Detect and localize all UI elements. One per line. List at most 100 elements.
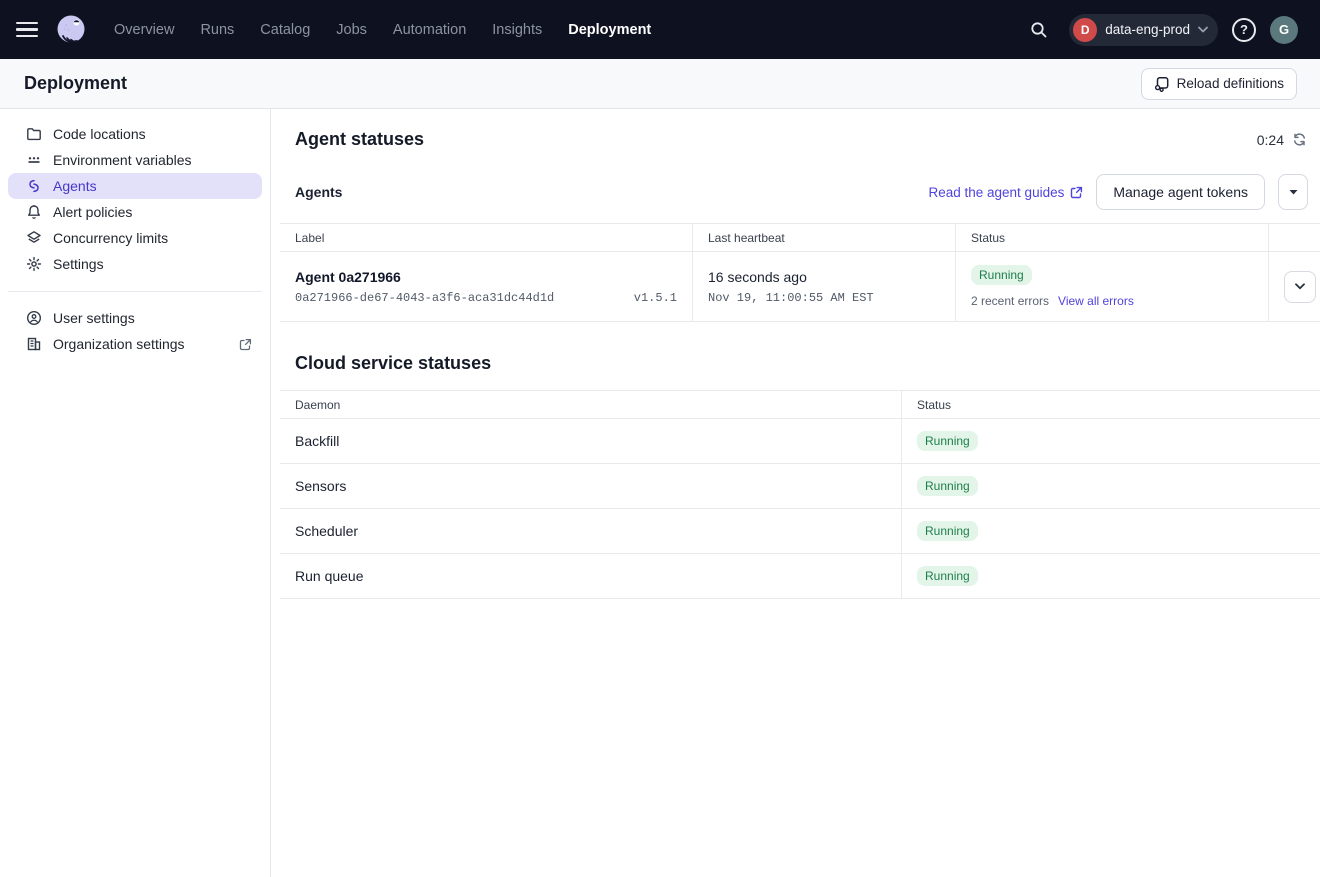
user-avatar[interactable]: G — [1270, 16, 1298, 44]
sidebar-item-label: Concurrency limits — [53, 230, 168, 246]
dagster-logo-icon[interactable] — [52, 11, 90, 49]
agent-name: Agent 0a271966 — [295, 269, 677, 285]
caret-down-icon — [1289, 189, 1298, 195]
agents-toolbar: Agents Read the agent guides Manage agen… — [271, 150, 1320, 210]
sidebar-item-environment-variables[interactable]: Environment variables — [8, 147, 262, 173]
bell-icon — [26, 204, 42, 220]
agents-more-actions-button[interactable] — [1278, 174, 1308, 210]
cloud-service-statuses-title: Cloud service statuses — [295, 353, 491, 373]
column-header-status: Status — [955, 224, 1268, 251]
agent-version: v1.5.1 — [634, 291, 677, 305]
agent-expand-cell — [1268, 252, 1320, 321]
building-icon — [26, 336, 42, 352]
countdown-value: 0:24 — [1257, 132, 1284, 148]
sidebar-item-alert-policies[interactable]: Alert policies — [8, 199, 262, 225]
nav-item-catalog[interactable]: Catalog — [256, 16, 314, 44]
page-title: Deployment — [24, 73, 127, 94]
external-link-icon — [239, 338, 252, 351]
main-content: Agent statuses 0:24 Agents Read the agen… — [271, 109, 1320, 877]
nav-item-insights[interactable]: Insights — [488, 16, 546, 44]
daemon-row-scheduler: Scheduler Running — [280, 509, 1320, 554]
search-icon — [1030, 21, 1048, 39]
deployment-name: data-eng-prod — [1105, 22, 1190, 37]
nav-item-runs[interactable]: Runs — [196, 16, 238, 44]
agent-id: 0a271966-de67-4043-a3f6-aca31dc44d1d — [295, 291, 554, 305]
column-header-last-heartbeat: Last heartbeat — [692, 224, 955, 251]
agent-guides-link[interactable]: Read the agent guides — [928, 185, 1083, 200]
sidebar-item-code-locations[interactable]: Code locations — [8, 121, 262, 147]
status-badge: Running — [917, 566, 978, 586]
sidebar-item-label: Organization settings — [53, 336, 185, 352]
search-button[interactable] — [1023, 14, 1055, 46]
sidebar-divider — [8, 291, 262, 292]
deployment-sidebar: Code locations Environment variables Age… — [0, 109, 271, 877]
sidebar-item-label: Environment variables — [53, 152, 192, 168]
daemon-row-run-queue: Run queue Running — [280, 554, 1320, 599]
question-mark-icon: ? — [1240, 22, 1248, 37]
cloud-table-header: Daemon Status — [280, 391, 1320, 419]
daemon-row-sensors: Sensors Running — [280, 464, 1320, 509]
daemon-name: Backfill — [280, 419, 901, 463]
daemon-row-backfill: Backfill Running — [280, 419, 1320, 464]
nav-item-automation[interactable]: Automation — [389, 16, 470, 44]
nav-item-jobs[interactable]: Jobs — [332, 16, 371, 44]
view-all-errors-link[interactable]: View all errors — [1058, 294, 1134, 308]
column-header-daemon: Daemon — [280, 391, 901, 418]
sidebar-item-label: Settings — [53, 256, 104, 272]
sidebar-item-organization-settings[interactable]: Organization settings — [8, 331, 262, 357]
nav-item-deployment[interactable]: Deployment — [564, 16, 655, 44]
status-badge: Running — [917, 431, 978, 451]
reload-definitions-button[interactable]: Reload definitions — [1141, 68, 1297, 100]
sidebar-item-user-settings[interactable]: User settings — [8, 305, 262, 331]
agents-heading: Agents — [295, 184, 342, 200]
manage-agent-tokens-button[interactable]: Manage agent tokens — [1096, 174, 1265, 210]
heartbeat-timestamp: Nov 19, 11:00:55 AM EST — [708, 291, 940, 305]
code-location-icon — [1154, 76, 1170, 92]
agent-icon — [26, 178, 42, 194]
sidebar-item-concurrency-limits[interactable]: Concurrency limits — [8, 225, 262, 251]
agent-label-cell: Agent 0a271966 0a271966-de67-4043-a3f6-a… — [280, 252, 692, 321]
sidebar-item-settings[interactable]: Settings — [8, 251, 262, 277]
agent-statuses-title: Agent statuses — [295, 129, 424, 150]
agent-table-row: Agent 0a271966 0a271966-de67-4043-a3f6-a… — [280, 252, 1320, 322]
top-nav: Overview Runs Catalog Jobs Automation In… — [0, 0, 1320, 59]
chevron-down-icon — [1198, 26, 1208, 33]
agent-status-cell: Running 2 recent errors View all errors — [955, 252, 1268, 321]
refresh-countdown: 0:24 — [1257, 132, 1307, 148]
primary-nav: Overview Runs Catalog Jobs Automation In… — [110, 16, 655, 44]
status-badge: Running — [917, 521, 978, 541]
agent-expand-button[interactable] — [1284, 271, 1316, 303]
status-badge: Running — [971, 265, 1032, 285]
page-header: Deployment Reload definitions — [0, 59, 1320, 109]
folder-icon — [26, 126, 42, 142]
column-header-status: Status — [901, 391, 1320, 418]
deployment-initial-badge: D — [1073, 18, 1097, 42]
sidebar-item-agents[interactable]: Agents — [8, 173, 262, 199]
user-circle-icon — [26, 310, 42, 326]
sidebar-item-label: User settings — [53, 310, 135, 326]
deployment-switcher[interactable]: D data-eng-prod — [1069, 14, 1218, 46]
gear-icon — [26, 256, 42, 272]
refresh-icon[interactable] — [1292, 132, 1307, 147]
external-link-icon — [1070, 186, 1083, 199]
daemon-name: Sensors — [280, 464, 901, 508]
daemon-name: Scheduler — [280, 509, 901, 553]
agents-table-header: Label Last heartbeat Status — [280, 224, 1320, 252]
hamburger-menu-icon[interactable] — [16, 18, 40, 42]
recent-errors-count: 2 recent errors — [971, 294, 1049, 308]
help-button[interactable]: ? — [1232, 18, 1256, 42]
nav-item-overview[interactable]: Overview — [110, 16, 178, 44]
sidebar-item-label: Agents — [53, 178, 97, 194]
chevron-down-icon — [1295, 283, 1305, 290]
sidebar-item-label: Alert policies — [53, 204, 132, 220]
agent-heartbeat-cell: 16 seconds ago Nov 19, 11:00:55 AM EST — [692, 252, 955, 321]
column-header-label: Label — [280, 224, 692, 251]
sidebar-item-label: Code locations — [53, 126, 146, 142]
daemon-name: Run queue — [280, 554, 901, 598]
cloud-services-table: Daemon Status Backfill Running Sensors R… — [280, 390, 1320, 599]
status-badge: Running — [917, 476, 978, 496]
layers-icon — [26, 230, 42, 246]
column-header-expand — [1268, 224, 1320, 251]
heartbeat-relative: 16 seconds ago — [708, 269, 940, 285]
agents-table: Label Last heartbeat Status Agent 0a2719… — [280, 223, 1320, 322]
